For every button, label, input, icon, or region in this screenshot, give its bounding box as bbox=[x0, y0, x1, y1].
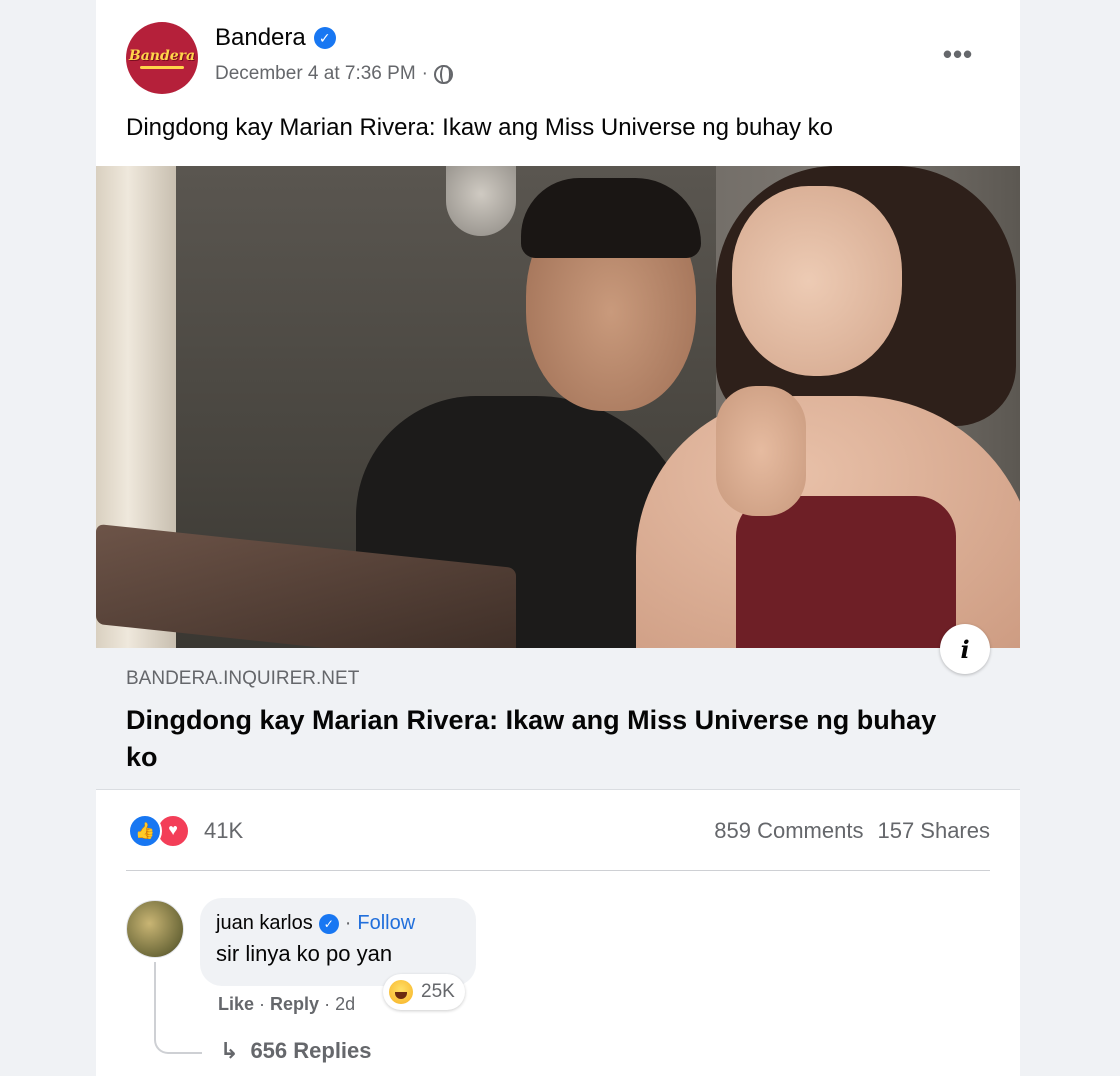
comment-reaction-count: 25K bbox=[421, 981, 455, 1002]
post-card: Bandera Bandera ✓ December 4 at 7:36 PM … bbox=[96, 0, 1020, 1076]
link-preview[interactable]: BANDERA.INQUIRER.NET Dingdong kay Marian… bbox=[96, 648, 1020, 790]
link-title: Dingdong kay Marian Rivera: Ikaw ang Mis… bbox=[126, 705, 937, 772]
more-options-button[interactable]: ••• bbox=[940, 38, 976, 69]
commenter-name[interactable]: juan karlos bbox=[216, 912, 313, 935]
meta-separator: · bbox=[421, 63, 428, 84]
info-icon: i bbox=[960, 634, 970, 664]
post-stats: 859 Comments 157 Shares bbox=[714, 818, 990, 844]
reaction-count: 41K bbox=[204, 818, 244, 843]
bandera-logo: Bandera bbox=[128, 47, 196, 64]
like-reaction-icon: 👍 bbox=[128, 814, 162, 848]
action-separator: · bbox=[259, 994, 266, 1014]
verified-badge-icon: ✓ bbox=[318, 913, 339, 934]
comment-bubble: juan karlos ✓ · Follow sir linya ko po y… bbox=[200, 898, 476, 986]
commenter-row: juan karlos ✓ · Follow bbox=[216, 912, 460, 935]
commenter-avatar[interactable] bbox=[126, 900, 184, 958]
background-lamp bbox=[446, 166, 516, 236]
comment-like-button[interactable]: Like bbox=[218, 994, 254, 1015]
comment-actions: Like · Reply · 2d bbox=[218, 994, 355, 1015]
page-avatar[interactable]: Bandera bbox=[126, 22, 198, 94]
verified-badge-icon: ✓ bbox=[313, 27, 336, 49]
comment-separator: · bbox=[344, 912, 352, 934]
shares-count-link[interactable]: 157 Shares bbox=[877, 818, 990, 844]
more-icon: ••• bbox=[942, 38, 974, 69]
page-name: Bandera ✓ bbox=[215, 24, 336, 52]
clasped-hands bbox=[716, 386, 806, 516]
reply-thread-line bbox=[154, 962, 202, 1054]
logo-underline bbox=[140, 65, 184, 69]
info-button[interactable]: i bbox=[940, 624, 990, 674]
post-image[interactable] bbox=[96, 166, 1020, 648]
comments-count-link[interactable]: 859 Comments bbox=[714, 818, 863, 844]
post-meta: December 4 at 7:36 PM · bbox=[215, 63, 453, 85]
post-timestamp[interactable]: December 4 at 7:36 PM bbox=[215, 63, 416, 85]
comment-text: sir linya ko po yan bbox=[216, 941, 393, 966]
haha-reaction-icon bbox=[389, 980, 413, 1004]
page-name-link[interactable]: Bandera bbox=[215, 24, 306, 52]
reply-arrow-icon: ↳ bbox=[220, 1038, 239, 1063]
link-domain: BANDERA.INQUIRER.NET bbox=[126, 668, 360, 689]
globe-icon bbox=[433, 64, 453, 84]
man-hair bbox=[521, 178, 701, 258]
divider bbox=[126, 870, 990, 871]
comment-reaction-badge[interactable]: 25K bbox=[383, 974, 465, 1010]
reactions-summary[interactable]: 👍 ♥ 41K bbox=[128, 814, 243, 848]
woman-dress bbox=[736, 496, 956, 648]
view-replies-link[interactable]: ↳ 656 Replies bbox=[220, 1038, 372, 1064]
post-text: Dingdong kay Marian Rivera: Ikaw ang Mis… bbox=[126, 114, 834, 141]
follow-button[interactable]: Follow bbox=[357, 912, 415, 935]
woman-face bbox=[732, 186, 902, 376]
action-separator: · bbox=[324, 994, 331, 1014]
comment-age[interactable]: 2d bbox=[335, 994, 355, 1015]
comment-reply-button[interactable]: Reply bbox=[270, 994, 319, 1015]
replies-count: 656 Replies bbox=[250, 1038, 372, 1063]
